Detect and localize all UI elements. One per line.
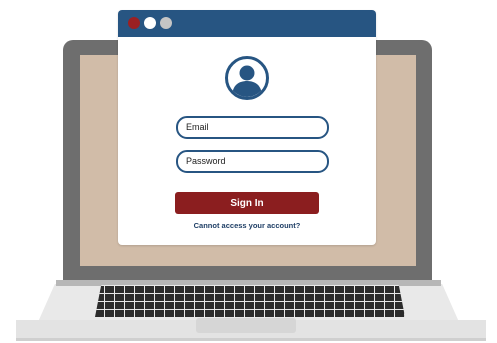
user-icon [225,56,269,100]
window-titlebar [118,10,376,37]
email-input[interactable] [176,116,329,139]
close-dot[interactable] [128,17,140,29]
laptop-illustration: Sign In Cannot access your account? [0,0,497,343]
minimize-dot[interactable] [144,17,156,29]
sign-in-button[interactable]: Sign In [175,192,319,214]
password-input[interactable] [176,150,329,173]
laptop-touchpad [196,318,296,333]
cannot-access-account-link[interactable]: Cannot access your account? [118,221,376,230]
laptop-keyboard [95,285,405,317]
login-window: Sign In Cannot access your account? [118,10,376,245]
maximize-dot[interactable] [160,17,172,29]
